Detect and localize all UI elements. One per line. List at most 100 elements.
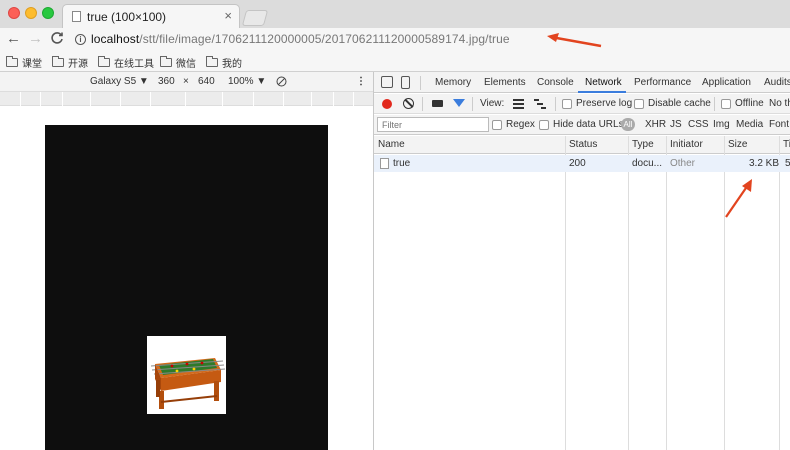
column-divider: [565, 136, 566, 450]
bookmark-label: 我的: [222, 59, 242, 70]
offline-checkbox[interactable]: [721, 99, 731, 109]
preserve-log-label: Preserve log: [576, 98, 633, 109]
devtools-tab-bar: Memory Elements Console Network Performa…: [374, 72, 790, 93]
tab-performance[interactable]: Performance: [634, 77, 691, 88]
offline-label: Offline: [735, 98, 764, 109]
bookmark-folder[interactable]: 微信: [160, 55, 196, 70]
large-rows-icon[interactable]: [513, 99, 524, 112]
annotation-arrow-icon: [725, 179, 752, 218]
device-toggle-icon[interactable]: [401, 76, 410, 89]
forward-button[interactable]: →: [28, 31, 43, 47]
document-icon: [380, 158, 389, 169]
zoom-select[interactable]: 100% ▼: [228, 76, 266, 87]
bookmark-label: 微信: [176, 59, 196, 70]
folder-icon: [206, 56, 218, 67]
annotation-arrow-icon: [547, 33, 602, 48]
disable-cache-checkbox[interactable]: [634, 99, 644, 109]
folder-icon: [6, 56, 18, 67]
filter-type-media[interactable]: Media: [736, 119, 763, 130]
column-header-initiator[interactable]: Initiator: [670, 139, 703, 150]
tab-memory[interactable]: Memory: [435, 77, 471, 88]
column-header-time[interactable]: Ti: [783, 139, 790, 150]
filter-all-pill[interactable]: All: [621, 118, 635, 131]
minimize-window-button[interactable]: [25, 7, 37, 19]
tab-elements[interactable]: Elements: [484, 77, 526, 88]
close-window-button[interactable]: [8, 7, 20, 19]
devtools-panel: Memory Elements Console Network Performa…: [374, 72, 790, 450]
clear-icon[interactable]: [403, 98, 414, 109]
bookmark-folder[interactable]: 我的: [206, 55, 242, 70]
media-query-ruler: [0, 92, 373, 106]
row-name: true: [393, 158, 411, 169]
bookmark-folder[interactable]: 开源: [52, 55, 88, 70]
rotate-icon[interactable]: [276, 76, 287, 90]
screenshot-camera-icon[interactable]: [432, 100, 443, 107]
site-info-icon[interactable]: i: [75, 34, 86, 45]
waterfall-icon[interactable]: [534, 99, 546, 112]
bookmark-label: 开源: [68, 59, 88, 70]
browser-tab[interactable]: true (100×100) ×: [62, 4, 240, 28]
network-table-header: Name Status Type Initiator Size Ti: [374, 136, 790, 154]
filter-type-js[interactable]: JS: [670, 119, 682, 130]
back-button[interactable]: ←: [6, 31, 21, 47]
tab-audits[interactable]: Audits: [764, 77, 790, 88]
inspect-element-icon[interactable]: [381, 76, 393, 88]
network-toolbar: View: Preserve log Disable cache Offline…: [374, 94, 790, 114]
tab-network[interactable]: Network: [585, 77, 622, 88]
hide-data-urls-checkbox[interactable]: [539, 120, 549, 130]
maximize-window-button[interactable]: [42, 7, 54, 19]
column-header-size[interactable]: Size: [728, 139, 747, 150]
browser-toolbar: ← → i localhost/stt/file/image/170621112…: [0, 28, 790, 52]
regex-checkbox[interactable]: [492, 120, 502, 130]
url-path: /stt/file/image/1706211120000005/2017062…: [139, 32, 510, 46]
disable-cache-label: Disable cache: [648, 98, 711, 109]
column-header-name[interactable]: Name: [378, 139, 405, 150]
device-viewport: [45, 125, 328, 450]
folder-icon: [98, 56, 110, 67]
device-emulation-pane: Galaxy S5 ▼ 360 × 640 100% ▼ ⋮: [0, 72, 373, 450]
reload-button[interactable]: [50, 31, 64, 49]
record-icon[interactable]: [382, 99, 392, 109]
tab-console[interactable]: Console: [537, 77, 574, 88]
tab-close-icon[interactable]: ×: [224, 8, 232, 23]
tab-application[interactable]: Application: [702, 77, 751, 88]
preserve-log-checkbox[interactable]: [562, 99, 572, 109]
device-width-input[interactable]: 360: [158, 76, 175, 87]
device-select[interactable]: Galaxy S5 ▼: [90, 76, 149, 87]
throttling-select[interactable]: No th: [769, 98, 790, 109]
column-header-status[interactable]: Status: [569, 139, 597, 150]
filter-type-img[interactable]: Img: [713, 119, 730, 130]
column-divider: [628, 136, 629, 450]
regex-label: Regex: [506, 119, 535, 130]
row-initiator: Other: [670, 158, 696, 169]
filter-funnel-icon[interactable]: [453, 99, 465, 107]
column-header-type[interactable]: Type: [632, 139, 654, 150]
folder-icon: [160, 56, 172, 67]
bookmark-label: 在线工具: [114, 59, 154, 70]
filter-type-xhr[interactable]: XHR: [645, 119, 666, 130]
bookmarks-bar: 课堂 开源 在线工具 微信 我的: [0, 52, 790, 72]
window-titlebar: true (100×100) ×: [0, 0, 790, 28]
column-divider: [779, 136, 780, 450]
filter-type-font[interactable]: Font: [769, 119, 789, 130]
tab-title: true (100×100): [87, 10, 167, 24]
row-time: 5: [785, 158, 790, 169]
device-toolbar: Galaxy S5 ▼ 360 × 640 100% ▼ ⋮: [0, 72, 373, 92]
reload-icon: [51, 32, 63, 44]
filter-type-css[interactable]: CSS: [688, 119, 709, 130]
document-icon: [72, 11, 81, 22]
table-row[interactable]: true 200 docu... Other 3.2 KB 5: [374, 155, 790, 172]
view-label: View:: [480, 98, 505, 109]
device-height-input[interactable]: 640: [198, 76, 215, 87]
filter-input[interactable]: [377, 117, 489, 132]
bookmark-label: 课堂: [22, 59, 42, 70]
more-options-icon[interactable]: ⋮: [356, 76, 366, 87]
row-status: 200: [569, 158, 586, 169]
new-tab-button[interactable]: [241, 10, 269, 26]
url-host: localhost: [91, 32, 140, 46]
active-tab-indicator: [578, 91, 626, 93]
bookmark-folder[interactable]: 课堂: [6, 55, 42, 70]
folder-icon: [52, 56, 64, 67]
address-bar[interactable]: localhost/stt/file/image/170621112000000…: [91, 32, 510, 46]
bookmark-folder[interactable]: 在线工具: [98, 55, 154, 70]
